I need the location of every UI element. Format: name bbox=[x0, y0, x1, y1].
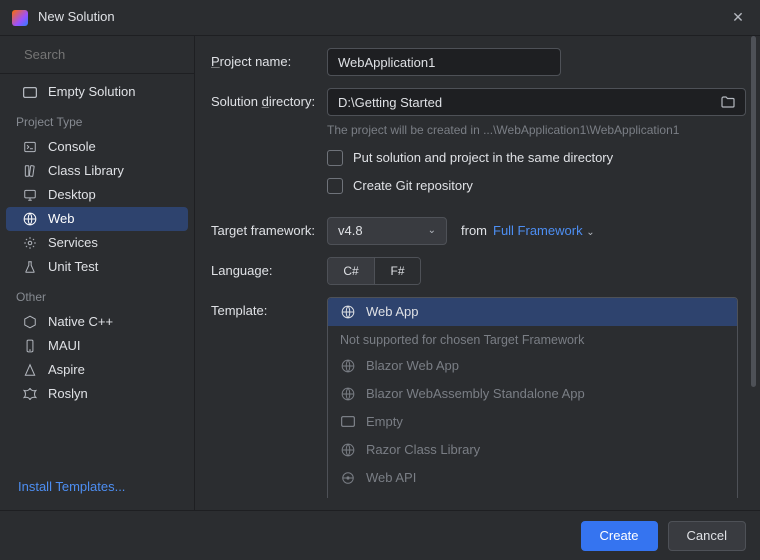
sidebar-item-label: Roslyn bbox=[48, 385, 88, 403]
sidebar-item-label: Unit Test bbox=[48, 258, 98, 276]
template-item-web-api-native-aot-[interactable]: Web API (native AOT) bbox=[328, 492, 737, 498]
sidebar-item-aspire[interactable]: Aspire bbox=[6, 358, 188, 382]
template-item-web-api[interactable]: Web API bbox=[328, 464, 737, 492]
project-name-input[interactable] bbox=[327, 48, 561, 76]
sidebar-item-label: Class Library bbox=[48, 162, 124, 180]
install-templates-link[interactable]: Install Templates... bbox=[18, 479, 125, 494]
app-logo bbox=[12, 10, 28, 26]
chevron-down-icon: ⌄ bbox=[428, 224, 436, 238]
rect-icon bbox=[340, 414, 356, 430]
same-dir-label: Put solution and project in the same dir… bbox=[353, 149, 613, 167]
same-dir-checkbox[interactable] bbox=[327, 150, 343, 166]
class-library-icon bbox=[22, 163, 38, 179]
aspire-icon bbox=[22, 362, 38, 378]
solution-dir-input[interactable] bbox=[327, 88, 746, 116]
web-icon bbox=[22, 211, 38, 227]
target-framework-dropdown[interactable]: v4.8 ⌄ bbox=[327, 217, 447, 245]
template-item-label: Razor Class Library bbox=[366, 441, 480, 459]
sidebar-item-label: Console bbox=[48, 138, 96, 156]
dropdown-value: v4.8 bbox=[338, 222, 428, 240]
sidebar-item-label: Aspire bbox=[48, 361, 85, 379]
sidebar-item-empty-solution[interactable]: Empty Solution bbox=[6, 80, 188, 104]
console-icon bbox=[22, 139, 38, 155]
path-hint: The project will be created in ...\WebAp… bbox=[327, 122, 738, 139]
native-c--icon bbox=[22, 314, 38, 330]
from-label: from bbox=[461, 222, 487, 240]
template-item-label: Blazor Web App bbox=[366, 357, 459, 375]
close-icon[interactable]: ✕ bbox=[728, 8, 748, 28]
sidebar-item-desktop[interactable]: Desktop bbox=[6, 183, 188, 207]
template-item-label: Web API bbox=[366, 469, 416, 487]
sidebar-item-services[interactable]: Services bbox=[6, 231, 188, 255]
content-pane: Project name: Solution directory: The pr… bbox=[195, 36, 760, 510]
sidebar-item-web[interactable]: Web bbox=[6, 207, 188, 231]
template-item-empty[interactable]: Empty bbox=[328, 408, 737, 436]
sidebar-item-maui[interactable]: MAUI bbox=[6, 334, 188, 358]
solution-dir-label: Solution directory: bbox=[211, 93, 327, 111]
project-name-label: Project name: bbox=[211, 53, 327, 71]
roslyn-icon bbox=[22, 386, 38, 402]
template-item-label: Empty bbox=[366, 413, 403, 431]
api-icon bbox=[340, 470, 356, 486]
sidebar-item-label: Desktop bbox=[48, 186, 96, 204]
sidebar-item-label: MAUI bbox=[48, 337, 81, 355]
titlebar: New Solution ✕ bbox=[0, 0, 760, 36]
cancel-button[interactable]: Cancel bbox=[668, 521, 746, 551]
globe-icon bbox=[340, 442, 356, 458]
template-section-label: Not supported for chosen Target Framewor… bbox=[328, 326, 737, 352]
window-title: New Solution bbox=[38, 8, 728, 26]
template-item-blazor-webassembly-standalone-app[interactable]: Blazor WebAssembly Standalone App bbox=[328, 380, 737, 408]
sidebar-item-label: Empty Solution bbox=[48, 83, 135, 101]
sidebar-item-roslyn[interactable]: Roslyn bbox=[6, 382, 188, 406]
browse-folder-button[interactable] bbox=[718, 92, 738, 112]
section-label: Project Type bbox=[0, 104, 194, 135]
sidebar: Empty Solution Project Type Console Class… bbox=[0, 36, 195, 510]
chevron-down-icon: ⌄ bbox=[586, 227, 594, 238]
create-git-checkbox[interactable] bbox=[327, 178, 343, 194]
create-git-label: Create Git repository bbox=[353, 177, 473, 195]
desktop-icon bbox=[22, 187, 38, 203]
globe-icon bbox=[340, 304, 356, 320]
sidebar-item-label: Web bbox=[48, 210, 75, 228]
create-button[interactable]: Create bbox=[581, 521, 658, 551]
globe-icon bbox=[340, 358, 356, 374]
sidebar-item-unit-test[interactable]: Unit Test bbox=[6, 255, 188, 279]
unit-test-icon bbox=[22, 259, 38, 275]
template-list: Web App Not supported for chosen Target … bbox=[327, 297, 738, 498]
maui-icon bbox=[22, 338, 38, 354]
template-item-blazor-web-app[interactable]: Blazor Web App bbox=[328, 352, 737, 380]
sidebar-item-console[interactable]: Console bbox=[6, 135, 188, 159]
sidebar-item-label: Native C++ bbox=[48, 313, 113, 331]
template-item-label: Blazor WebAssembly Standalone App bbox=[366, 385, 585, 403]
template-item-selected[interactable]: Web App bbox=[328, 298, 737, 326]
template-label: Template: bbox=[211, 297, 327, 320]
language-label: Language: bbox=[211, 262, 327, 280]
language-fsharp[interactable]: F# bbox=[374, 258, 420, 284]
scrollbar-thumb[interactable] bbox=[751, 36, 756, 387]
footer: Create Cancel bbox=[0, 510, 760, 560]
sidebar-item-class-library[interactable]: Class Library bbox=[6, 159, 188, 183]
template-item-razor-class-library[interactable]: Razor Class Library bbox=[328, 436, 737, 464]
template-item-label: Web App bbox=[366, 303, 419, 321]
section-label: Other bbox=[0, 279, 194, 310]
folder-icon bbox=[721, 96, 735, 108]
rect-icon bbox=[22, 84, 38, 100]
template-item-label: Web API (native AOT) bbox=[366, 497, 493, 498]
target-framework-label: Target framework: bbox=[211, 222, 327, 240]
language-segmented: C# F# bbox=[327, 257, 421, 285]
language-csharp[interactable]: C# bbox=[328, 258, 374, 284]
search-input[interactable] bbox=[24, 47, 200, 62]
framework-link[interactable]: Full Framework ⌄ bbox=[493, 222, 595, 240]
services-icon bbox=[22, 235, 38, 251]
globe-icon bbox=[340, 386, 356, 402]
sidebar-item-native-c-[interactable]: Native C++ bbox=[6, 310, 188, 334]
sidebar-item-label: Services bbox=[48, 234, 98, 252]
search-bar bbox=[0, 36, 194, 74]
